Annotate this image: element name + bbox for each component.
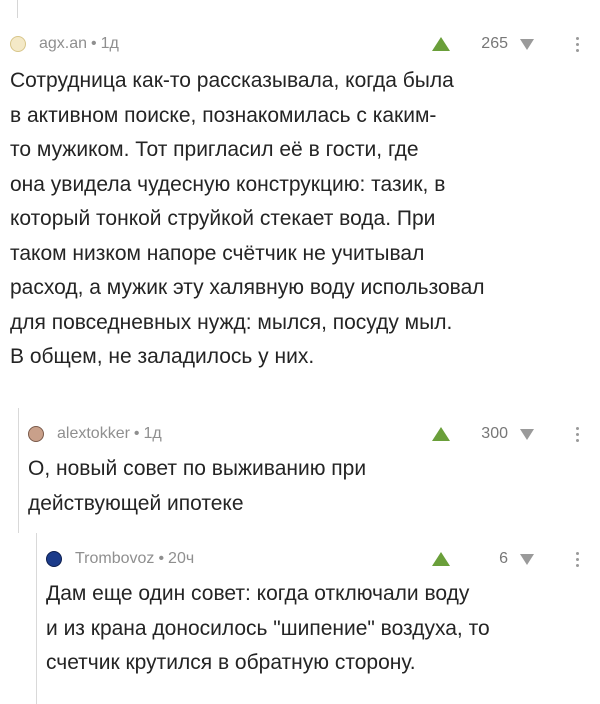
text-line: Дам еще один совет: когда отключали воду (46, 582, 470, 605)
thread-line[interactable] (18, 408, 19, 533)
meta-separator: • (91, 35, 97, 52)
comment-meta: alextokker • 1д (57, 425, 162, 443)
comment-reply: alextokker • 1д 300 О, новый совет по выжи… (18, 408, 600, 533)
author-name[interactable]: alextokker (57, 425, 130, 442)
text-line: для повседневных нужд: мылся, посуду мыл… (10, 310, 453, 334)
text-line: то мужиком. Тот пригласил её в гости, гд… (10, 138, 419, 161)
comment-rating: 300 (481, 425, 508, 442)
text-line: который тонкой струйкой стекает вода. Пр… (10, 207, 436, 230)
text-line: в активном поиске, познакомилась с каким… (10, 103, 437, 127)
upvote-arrow-icon[interactable] (432, 427, 450, 441)
text-line: она увидела чудесную конструкцию: тазик,… (10, 172, 446, 196)
text-line: действующей ипотеке (28, 491, 244, 515)
text-line: счетчик крутился в обратную сторону. (46, 651, 416, 674)
comment-rating: 265 (481, 35, 508, 52)
upvote-arrow-icon[interactable] (432, 37, 450, 51)
avatar[interactable] (10, 36, 26, 52)
comment-header: Trombovoz • 20ч 6 (46, 547, 590, 571)
text-line: расход, а мужик эту халявную воду исполь… (10, 276, 485, 299)
top-strip (0, 0, 600, 18)
text-line: и из крана доносилось "шипение" воздуха,… (46, 616, 490, 640)
meta-separator: • (158, 550, 165, 567)
comment-meta: Trombovoz • 20ч (75, 550, 194, 568)
more-vertical-icon[interactable] (572, 34, 582, 54)
comment-age: 1д (143, 425, 162, 442)
meta-separator: • (133, 425, 140, 442)
comment-text: Дам еще один совет: когда отключали воду… (46, 577, 586, 681)
upvote-arrow-icon[interactable] (432, 552, 450, 566)
comment-meta: agx.an • 1д (39, 35, 119, 53)
avatar[interactable] (28, 426, 44, 442)
comment-reply: Trombovoz • 20ч 6 Дам еще один совет: когд… (36, 533, 600, 704)
comment-age: 20ч (168, 550, 195, 567)
more-vertical-icon[interactable] (572, 549, 582, 569)
avatar[interactable] (46, 551, 62, 567)
comment-text: О, новый совет по выживанию при действую… (28, 452, 586, 521)
comment-age: 1д (100, 35, 119, 52)
downvote-arrow-icon[interactable] (520, 553, 534, 565)
downvote-arrow-icon[interactable] (520, 38, 534, 50)
author-name[interactable]: agx.an (39, 35, 87, 52)
downvote-arrow-icon[interactable] (520, 428, 534, 440)
text-line: таком низком напоре счётчик не учитывал (10, 241, 425, 265)
comment-header: agx.an • 1д 265 (10, 32, 590, 56)
author-name[interactable]: Trombovoz (75, 550, 154, 567)
text-line: Сотрудница как-то рассказывала, когда бы… (10, 69, 454, 92)
comment-text: Сотрудница как-то рассказывала, когда бы… (10, 64, 586, 375)
comment-header: alextokker • 1д 300 (28, 422, 590, 446)
thread-line (17, 0, 18, 18)
comment-rating: 6 (499, 550, 508, 567)
text-line: О, новый совет по выживанию при (28, 457, 367, 480)
text-line: В общем, не заладилось у них. (10, 345, 315, 368)
more-vertical-icon[interactable] (572, 424, 582, 444)
comment: agx.an • 1д 265 Сотрудница как-то рассказы… (0, 18, 600, 408)
thread-line[interactable] (36, 533, 37, 704)
